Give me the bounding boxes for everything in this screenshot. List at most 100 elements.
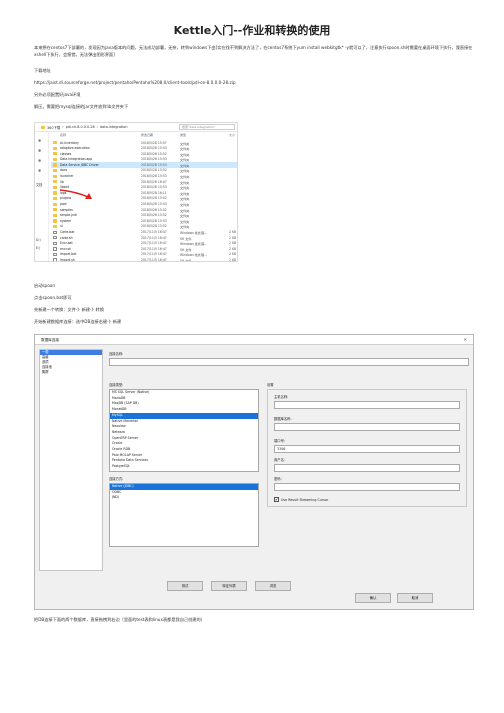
user-input[interactable]: [274, 464, 460, 472]
folder-icon: [53, 208, 57, 212]
file-name: Data Integration.app: [60, 157, 93, 162]
file-name: Encr.bat: [60, 241, 73, 246]
create-trans-text: 先新建一个转换：文件-》新建-》转换: [34, 307, 105, 312]
file-size: 2 KB: [229, 246, 237, 251]
access-type-list[interactable]: Native (JDBC) ODBC JNDI: [109, 483, 259, 547]
settings-group: 主机名称: 数据库名称: 端口号: 3306 用户名: 密码: Use Resu…: [267, 389, 467, 507]
file-icon: [53, 252, 57, 257]
dialog-title-bar: 数据库连接 ✕: [35, 335, 473, 345]
file-date: 2018/5/28 15:52: [141, 213, 167, 218]
nav-label[interactable]: D:): [36, 238, 41, 242]
chevron-right-icon: ›: [96, 125, 99, 129]
footer-note: 把DB连接下面的两个数据库，直接拖拽到右边（里面的test表和linux表都是我…: [34, 617, 205, 622]
explorer-nav-pane: ✱ ✱ ✱ ✱ 文档 D:) E:): [35, 132, 49, 261]
file-icon: [53, 236, 57, 240]
file-name: adaptive-execution: [60, 146, 90, 151]
file-icon: [53, 247, 57, 251]
conn-type-label: 连接类型:: [109, 383, 124, 387]
java-note: 另外必须配置好java环境: [34, 92, 81, 97]
breadcrumb-part[interactable]: pdi-ce-8.0.0.0-28: [66, 125, 95, 129]
folder-icon: [53, 213, 57, 218]
conn-type-option[interactable]: PostgreSQL: [110, 464, 258, 470]
breadcrumb-part[interactable]: 360下载: [47, 125, 60, 130]
file-date: 2017/11/5 16:47: [141, 241, 167, 246]
conn-type-list[interactable]: MS SQL Server (Native) MariaDB MaxDB (SAP …: [109, 389, 259, 472]
access-type-option[interactable]: JNDI: [110, 495, 258, 501]
file-date: 2017/11/5 16:47: [141, 230, 167, 234]
open-conn-text: 开始新建数据库连接：选中DB连接右键-》新建: [34, 319, 122, 324]
port-input[interactable]: 3306: [274, 445, 460, 453]
dialog-title: 数据库连接: [41, 338, 59, 342]
file-date: 2018/5/28 15:52: [141, 224, 167, 229]
folder-icon: [53, 168, 57, 173]
column-header[interactable]: 名称: [60, 133, 66, 137]
file-name: docs: [60, 168, 68, 173]
category-item[interactable]: 集群: [40, 370, 102, 375]
red-arrow-icon: [59, 189, 92, 199]
features-button[interactable]: 特征列表: [211, 581, 247, 591]
file-name: launcher: [60, 174, 74, 179]
folder-icon: [53, 202, 57, 206]
file-name: pwd: [60, 202, 67, 207]
file-name: Import.bat: [60, 252, 77, 257]
breadcrumb-part[interactable]: data-integration: [100, 125, 128, 129]
file-date: 2017/11/5 16:47: [141, 235, 167, 240]
file-name: import.sh: [60, 257, 75, 262]
file-date: 2018/5/28 15:53: [141, 174, 167, 179]
file-size: 2 KB: [229, 235, 237, 240]
column-header[interactable]: 大小: [229, 133, 235, 137]
conn-name-input[interactable]: [109, 358, 469, 366]
explorer-search-input[interactable]: 搜索"data-integration": [179, 124, 235, 130]
file-size: 2 KB: [229, 230, 237, 234]
unzip-note: 解压，需要把mysql连接的jar文件放到lib文件夹下: [34, 104, 129, 109]
file-date: 2018/5/28 15:52: [141, 196, 167, 201]
explore-button[interactable]: 浏览: [255, 581, 291, 591]
file-date: 2018/5/28 15:52: [141, 207, 167, 212]
folder-icon: [53, 196, 57, 201]
file-type: SH 文件: [180, 258, 192, 262]
test-button[interactable]: 测试: [167, 581, 203, 591]
column-header[interactable]: 类型: [180, 133, 186, 137]
nav-label[interactable]: E:): [36, 246, 40, 250]
folder-icon: [53, 157, 57, 162]
folder-icon: [53, 219, 57, 223]
file-name: system: [60, 218, 72, 223]
user-label: 用户名:: [274, 458, 286, 462]
download-link[interactable]: https://jaist.dl.sourceforge.net/project…: [34, 79, 235, 86]
conn-name-label: 连接名称:: [109, 352, 124, 356]
streaming-label: Use Result Streaming Cursor: [281, 497, 329, 502]
file-date: 2018/5/28 15:57: [141, 140, 167, 145]
file-size: 2 KB: [229, 252, 237, 257]
file-row[interactable]: import.sh 2017/11/5 16:47 SH 文件 2 KB: [51, 257, 237, 262]
settings-label: 设置: [267, 383, 274, 387]
file-date: 2018/5/28 15:53: [141, 157, 167, 162]
pin-icon: ✱: [38, 138, 42, 143]
access-label: 连接方式:: [109, 477, 124, 481]
folder-icon: [53, 191, 57, 195]
column-header[interactable]: 修改日期: [141, 133, 153, 137]
close-icon[interactable]: ✕: [463, 335, 467, 345]
ok-button[interactable]: 确认: [355, 593, 391, 603]
file-date: 2018/5/28 15:53: [141, 146, 167, 151]
host-input[interactable]: [274, 401, 460, 409]
file-name: classes: [60, 151, 72, 156]
nav-label[interactable]: 文档: [36, 182, 42, 187]
file-date: 2017/11/5 16:47: [141, 246, 167, 251]
file-date: 2018/5/28 15:53: [141, 185, 167, 190]
page-title: Kettle入门--作业和转换的使用: [173, 24, 331, 37]
password-input[interactable]: [274, 483, 460, 491]
dialog-category-list: 一般 高级 选项 连接池 集群: [39, 349, 103, 571]
chevron-right-icon: ›: [62, 125, 64, 129]
folder-icon: [53, 185, 57, 190]
folder-icon: [53, 141, 57, 145]
download-label: 下载地址: [34, 68, 51, 73]
streaming-checkbox[interactable]: [274, 497, 279, 502]
file-name: Carte.bat: [60, 230, 75, 234]
explorer-breadcrumb: 360下载 › pdi-ce-8.0.0.0-28 › data-integra…: [35, 123, 237, 132]
file-name: Ar.Inventory: [60, 140, 79, 145]
db-name-input[interactable]: [274, 423, 460, 431]
cancel-button[interactable]: 取消: [397, 593, 433, 603]
folder-icon: [53, 180, 57, 184]
file-icon: [53, 241, 57, 245]
password-label: 密码:: [274, 477, 282, 481]
